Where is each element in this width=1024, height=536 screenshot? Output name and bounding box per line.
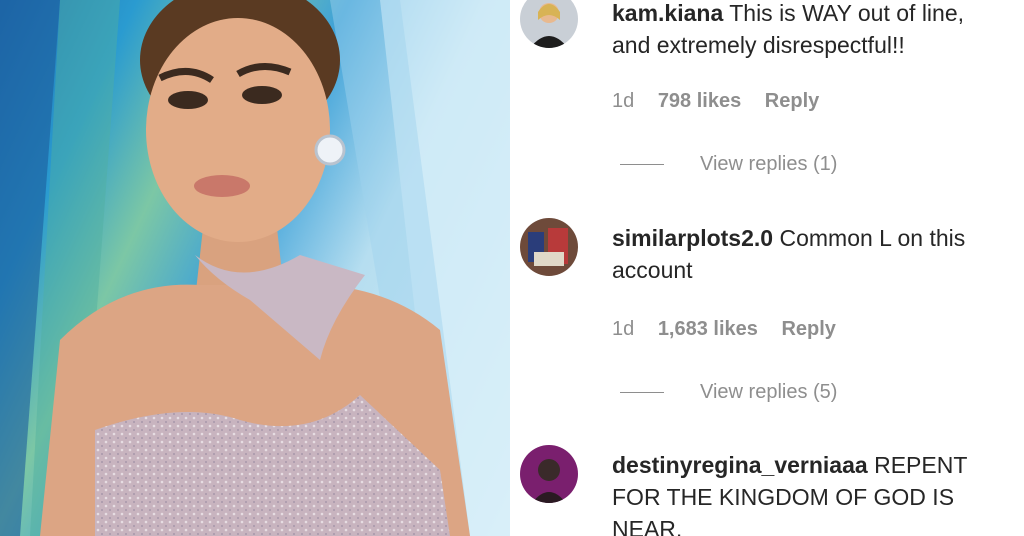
comments-panel: kam.kiana This is WAY out of line, and e…: [510, 0, 1024, 536]
view-replies-button[interactable]: View replies (1): [620, 153, 837, 176]
avatar[interactable]: [520, 445, 578, 503]
comment-meta: 1d 1,683 likes Reply: [612, 318, 854, 341]
comment-text: kam.kiana This is WAY out of line, and e…: [612, 0, 1007, 61]
view-replies-label: View replies (5): [700, 381, 838, 403]
comment-likes[interactable]: 798 likes: [658, 90, 741, 112]
celebrity-photo: [0, 0, 510, 536]
comment-username[interactable]: destinyregina_verniaaa: [612, 452, 868, 478]
comment-likes[interactable]: 1,683 likes: [658, 318, 758, 340]
comment-username[interactable]: similarplots2.0: [612, 225, 773, 251]
avatar[interactable]: [520, 0, 578, 48]
comment-text: destinyregina_verniaaa REPENT FOR THE KI…: [612, 449, 1007, 536]
view-replies-button[interactable]: View replies (5): [620, 381, 837, 404]
comment-meta: 1d 798 likes Reply: [612, 90, 837, 113]
replies-divider: [620, 392, 664, 393]
photo-illustration: [0, 0, 510, 536]
comment-text: similarplots2.0 Common L on this account: [612, 222, 1007, 286]
comment-username[interactable]: kam.kiana: [612, 0, 723, 26]
avatar-image: [520, 218, 578, 276]
avatar-image: [520, 445, 578, 503]
reply-button[interactable]: Reply: [765, 90, 819, 112]
replies-divider: [620, 164, 664, 165]
view-replies-label: View replies (1): [700, 153, 838, 175]
avatar[interactable]: [520, 218, 578, 276]
avatar-image: [520, 0, 578, 48]
comment-time: 1d: [612, 90, 635, 112]
comment-time: 1d: [612, 318, 635, 340]
reply-button[interactable]: Reply: [781, 318, 835, 340]
